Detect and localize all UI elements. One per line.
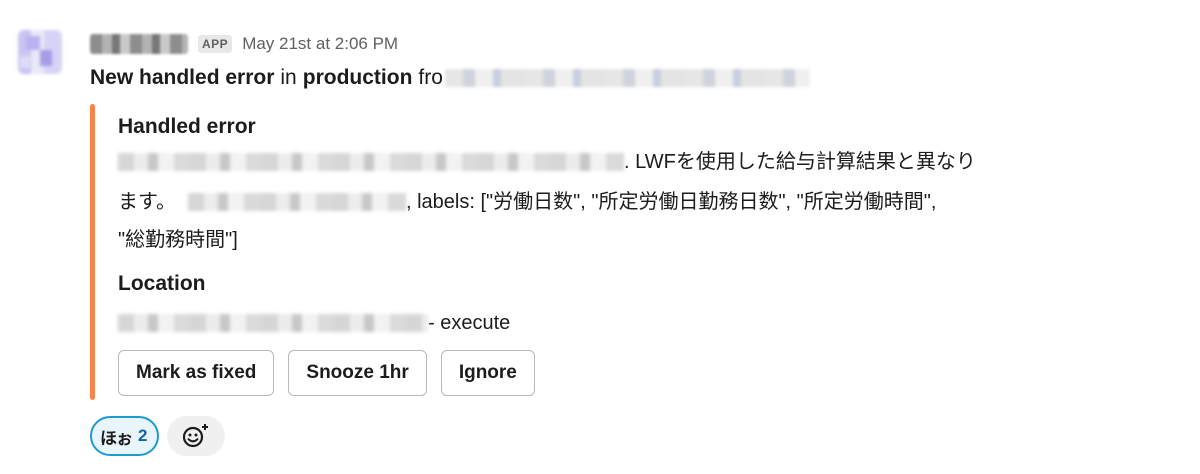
message-headline: New handled error in production fro [90,66,810,90]
action-buttons: Mark as fixed Snooze 1hr Ignore [118,350,535,396]
reactions-bar: ほぉ 2 [90,416,226,456]
reaction-count: 2 [138,426,148,445]
headline-error-type: New handled error [90,66,275,89]
error-message-line-2: ます。 , labels: ["労働日数", "所定労働日勤務日数", "所定労… [118,188,936,216]
headline-environment: production [302,66,413,89]
error-message-text-3: "総勤務時間"] [118,229,238,251]
error-message-text-2a: ます。 [118,191,176,213]
error-attachment: Handled error . LWFを使用した給与計算結果と異なり ます。 ,… [90,104,1090,400]
headline-source-redacted [444,69,810,87]
add-emoji-icon [183,424,209,448]
error-message-text-1: . LWFを使用した給与計算結果と異なり [624,151,976,173]
error-message-line-1: . LWFを使用した給与計算結果と異なり [118,148,976,176]
snooze-button[interactable]: Snooze 1hr [288,350,427,396]
reaction-pill[interactable]: ほぉ 2 [90,416,160,456]
message-meta: APP May 21st at 2:06 PM [90,31,398,57]
error-message-line-3: "総勤務時間"] [118,226,238,254]
attachment-accent-bar [90,104,95,400]
custom-emoji-hoo-icon: ほぉ [100,428,133,449]
headline-from: fro [418,66,443,89]
location-line: - execute [118,309,510,337]
location-method: - execute [428,312,511,334]
avatar[interactable] [18,30,62,74]
app-badge: APP [198,35,233,53]
timestamp[interactable]: May 21st at 2:06 PM [242,34,398,54]
headline-in: in [280,66,297,89]
sender-name-redacted[interactable] [90,34,188,54]
field-title-handled-error: Handled error [118,115,256,138]
location-path-redacted [118,314,428,332]
ignore-button[interactable]: Ignore [440,350,535,396]
error-message-redacted [118,153,624,171]
error-message-redacted-2 [188,193,406,211]
error-message-text-2b: , labels: ["労働日数", "所定労働日勤務日数", "所定労働時間"… [406,191,937,213]
mark-as-fixed-button[interactable]: Mark as fixed [118,350,275,396]
field-title-location: Location [118,272,206,295]
add-reaction-button[interactable] [167,416,226,456]
